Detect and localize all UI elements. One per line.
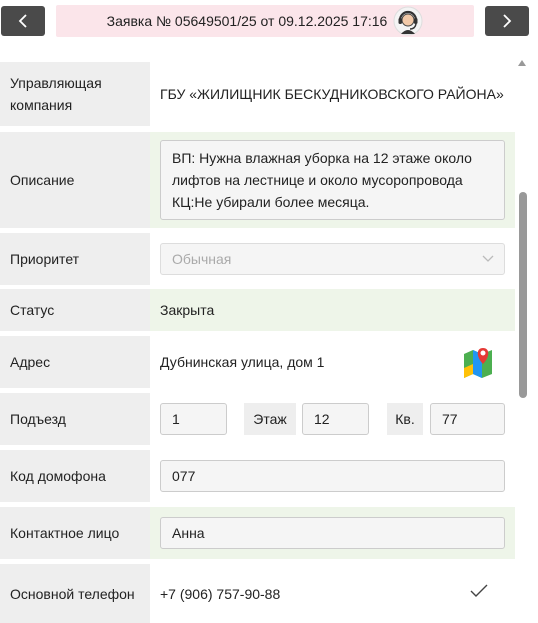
request-form: Управляющая компания ГБУ «ЖИЛИЩНИК БЕСКУ… <box>0 62 515 623</box>
top-bar: Заявка № 05649501/25 от 09.12.2025 17:16 <box>0 0 538 44</box>
priority-selected-value: Обычная <box>172 251 232 267</box>
floor-label: Этаж <box>244 403 296 435</box>
intercom-label: Код домофона <box>0 450 150 502</box>
phone-label: Основной телефон <box>0 564 150 623</box>
request-title: Заявка № 05649501/25 от 09.12.2025 17:16 <box>106 13 388 29</box>
row-company: Управляющая компания ГБУ «ЖИЛИЩНИК БЕСКУ… <box>0 62 515 126</box>
map-icon[interactable] <box>463 346 493 378</box>
row-priority: Приоритет Обычная <box>0 233 515 285</box>
row-intercom: Код домофона 077 <box>0 450 515 502</box>
row-status: Статус Закрыта <box>0 289 515 331</box>
phone-value: +7 (906) 757-90-88 <box>160 585 281 602</box>
scroll-thumb[interactable] <box>519 192 527 398</box>
checkmark-icon <box>470 584 488 597</box>
entrance-input[interactable]: 1 <box>160 403 227 435</box>
intercom-input[interactable]: 077 <box>160 460 505 492</box>
company-label: Управляющая компания <box>0 62 150 126</box>
scroll-up-arrow-icon[interactable] <box>518 60 526 66</box>
address-label: Адрес <box>0 336 150 388</box>
apartment-label: Кв. <box>387 403 423 435</box>
priority-select[interactable]: Обычная <box>160 243 505 275</box>
request-title-box: Заявка № 05649501/25 от 09.12.2025 17:16 <box>56 5 474 37</box>
company-value: ГБУ «ЖИЛИЩНИК БЕСКУДНИКОВСКОГО РАЙОНА» <box>160 86 504 102</box>
chevron-left-icon <box>18 14 27 28</box>
headset-operator-icon[interactable] <box>393 6 423 36</box>
row-address: Адрес Дубнинская улица, дом 1 <box>0 336 515 388</box>
chevron-right-icon <box>503 14 512 28</box>
scrollbar[interactable] <box>516 58 530 623</box>
row-description: Описание ВП: Нужна влажная уборка на 12 … <box>0 132 515 228</box>
row-phone: Основной телефон +7 (906) 757-90-88 <box>0 564 515 623</box>
contact-label: Контактное лицо <box>0 507 150 559</box>
next-request-button[interactable] <box>485 6 529 36</box>
entrance-label: Подъезд <box>0 393 150 445</box>
description-textarea[interactable]: ВП: Нужна влажная уборка на 12 этаже око… <box>160 140 505 220</box>
chevron-down-icon <box>482 255 494 262</box>
prev-request-button[interactable] <box>1 6 45 36</box>
address-value: Дубнинская улица, дом 1 <box>160 354 325 370</box>
apartment-input[interactable]: 77 <box>430 403 505 435</box>
contact-input[interactable]: Анна <box>160 517 505 549</box>
row-contact: Контактное лицо Анна <box>0 507 515 559</box>
floor-input[interactable]: 12 <box>302 403 369 435</box>
status-value: Закрыта <box>160 302 215 318</box>
priority-label: Приоритет <box>0 233 150 285</box>
description-label: Описание <box>0 132 150 228</box>
status-label: Статус <box>0 289 150 331</box>
row-entrance: Подъезд 1 Этаж 12 Кв. 77 <box>0 393 515 445</box>
